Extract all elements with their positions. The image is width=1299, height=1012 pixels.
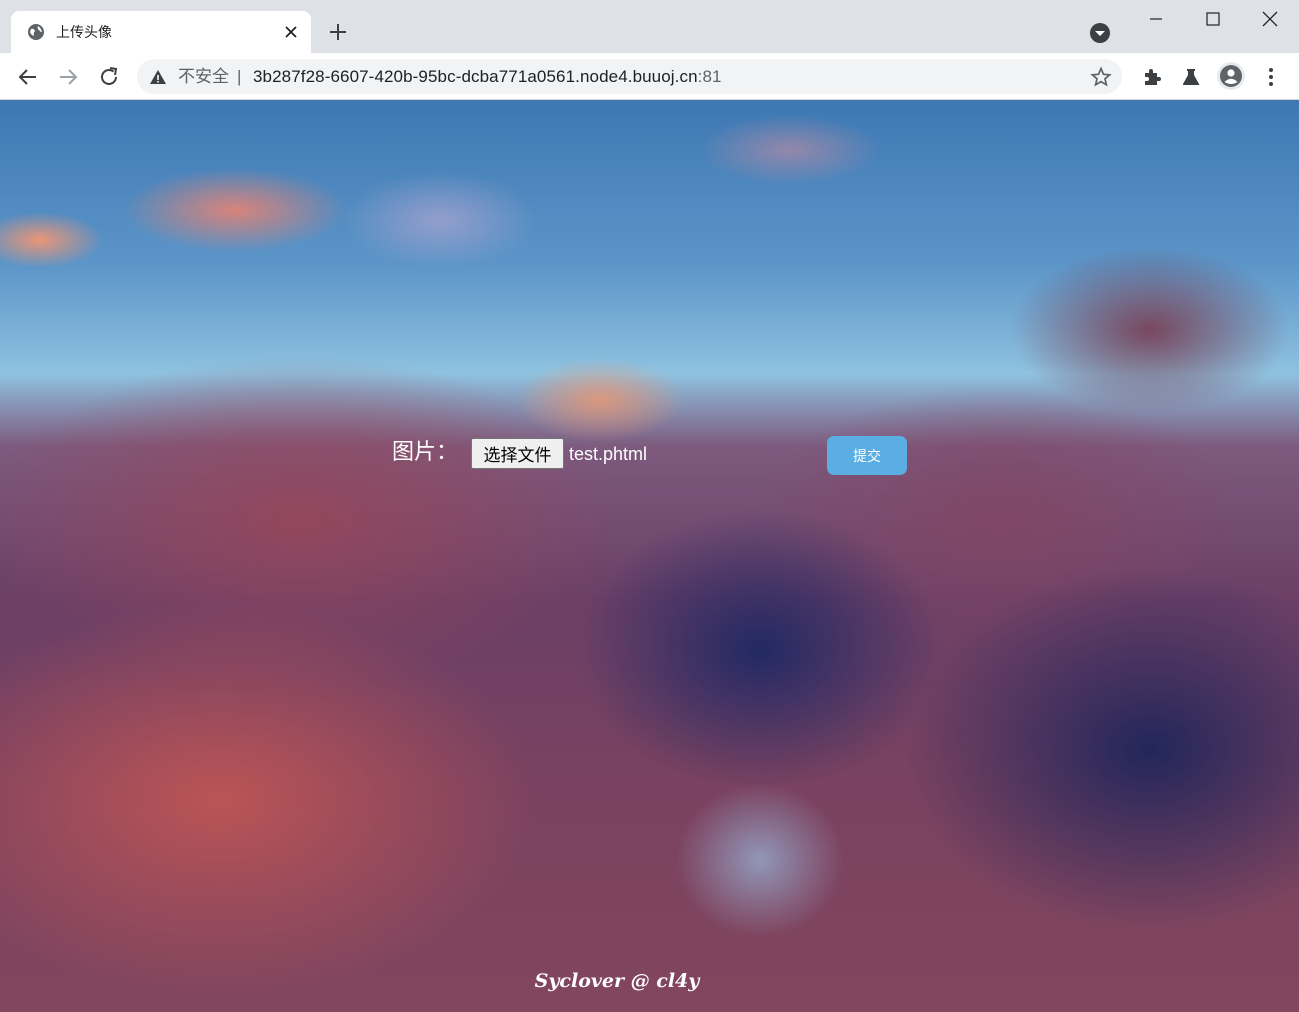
puzzle-icon[interactable] — [1140, 65, 1164, 89]
globe-icon — [28, 24, 44, 40]
submit-button[interactable]: 提交 — [827, 436, 907, 475]
maximize-icon[interactable] — [1188, 4, 1238, 34]
reload-icon[interactable] — [97, 65, 121, 89]
tab-title: 上传头像 — [56, 24, 112, 40]
arrow-right-icon[interactable] — [56, 65, 80, 89]
star-icon[interactable] — [1090, 66, 1112, 88]
arrow-left-icon[interactable] — [16, 65, 40, 89]
warning-icon[interactable] — [149, 68, 167, 86]
footer: Syclover @ cl4y — [0, 970, 1234, 992]
footer-credit: Syclover @ cl4y — [534, 970, 700, 992]
url-text[interactable]: 3b287f28-6607-420b-95bc-dcba771a0561.nod… — [253, 67, 722, 87]
url-host: 3b287f28-6607-420b-95bc-dcba771a0561.nod… — [253, 67, 698, 86]
browser-toolbar: 不安全 | 3b287f28-6607-420b-95bc-dcba771a05… — [0, 53, 1299, 100]
person-icon — [1220, 65, 1242, 87]
kebab-menu-icon[interactable] — [1259, 65, 1283, 89]
upload-form: 图片： 选择文件 test.phtml 提交 — [0, 100, 1299, 1012]
choose-file-button[interactable]: 选择文件 — [471, 438, 564, 469]
profile-avatar[interactable] — [1217, 62, 1245, 90]
address-bar[interactable]: 不安全 | 3b287f28-6607-420b-95bc-dcba771a05… — [137, 59, 1122, 94]
security-label[interactable]: 不安全 — [178, 67, 229, 87]
page-content: 图片： 选择文件 test.phtml 提交 Syclover @ cl4y — [0, 100, 1299, 1012]
selected-file-name: test.phtml — [569, 444, 648, 464]
image-label: 图片： — [392, 440, 459, 465]
tab-strip: 上传头像 — [0, 0, 1299, 53]
url-port: :81 — [697, 67, 722, 86]
flask-icon[interactable] — [1179, 65, 1203, 89]
plus-icon[interactable] — [327, 21, 349, 43]
tab-search-icon[interactable] — [1089, 22, 1111, 44]
separator: | — [237, 67, 242, 86]
close-icon[interactable] — [281, 22, 301, 42]
close-window-icon[interactable] — [1245, 4, 1295, 34]
minimize-icon[interactable] — [1131, 4, 1181, 34]
browser-tab[interactable]: 上传头像 — [11, 11, 311, 53]
